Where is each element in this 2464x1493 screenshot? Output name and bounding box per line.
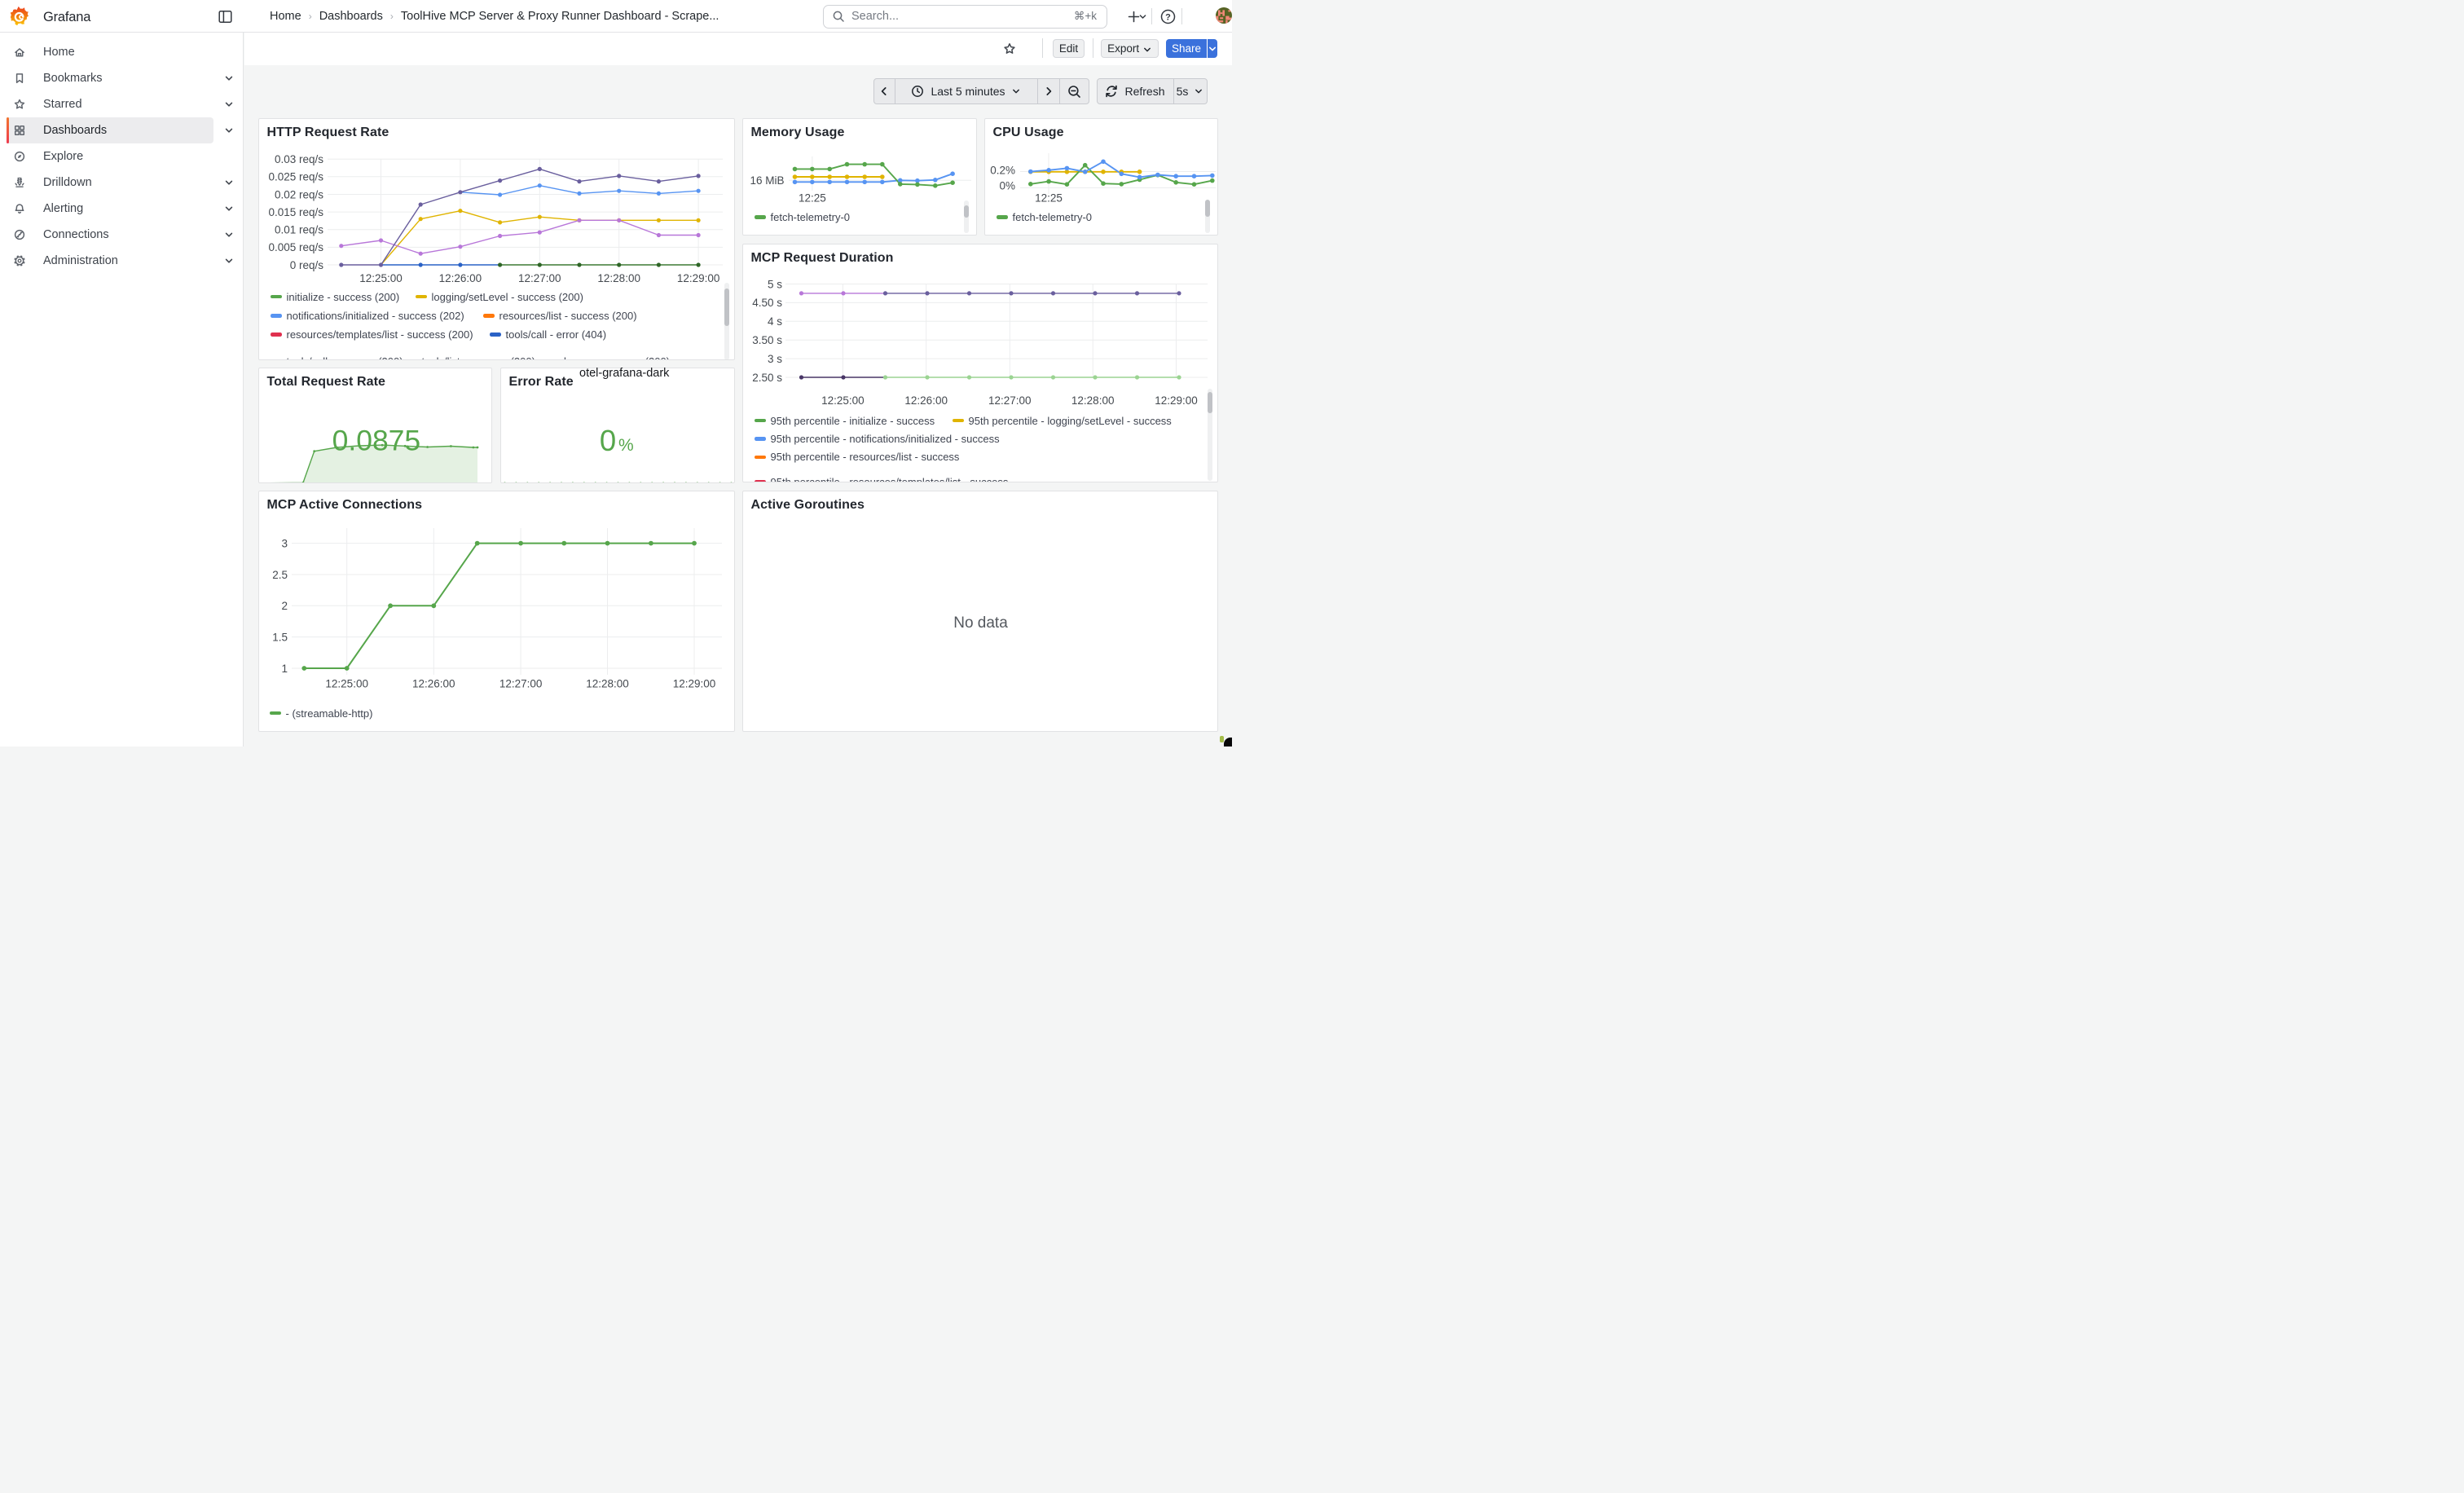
svg-text:%: % bbox=[618, 436, 634, 455]
svg-text:0.015 req/s: 0.015 req/s bbox=[268, 206, 323, 218]
svg-text:2: 2 bbox=[281, 600, 288, 612]
svg-text:12:25: 12:25 bbox=[1035, 192, 1063, 204]
svg-text:0.005 req/s: 0.005 req/s bbox=[268, 241, 323, 253]
svg-text:0%: 0% bbox=[999, 179, 1015, 192]
svg-text:3 s: 3 s bbox=[767, 353, 781, 365]
svg-text:1: 1 bbox=[281, 663, 288, 675]
svg-text:4 s: 4 s bbox=[767, 315, 781, 328]
svg-text:2.5: 2.5 bbox=[272, 569, 288, 581]
svg-text:12:25:00: 12:25:00 bbox=[359, 272, 403, 284]
svg-text:?: ? bbox=[1165, 12, 1171, 22]
svg-text:0: 0 bbox=[599, 424, 615, 457]
svg-text:12:29:00: 12:29:00 bbox=[676, 272, 719, 284]
svg-text:12:25:00: 12:25:00 bbox=[325, 678, 368, 690]
svg-text:5 s: 5 s bbox=[767, 278, 781, 290]
svg-text:0.0875: 0.0875 bbox=[332, 425, 420, 457]
svg-text:16 MiB: 16 MiB bbox=[750, 174, 784, 187]
svg-text:12:27:00: 12:27:00 bbox=[988, 394, 1032, 407]
svg-text:0.2%: 0.2% bbox=[990, 164, 1015, 176]
svg-text:4.50 s: 4.50 s bbox=[752, 297, 782, 309]
svg-text:12:25: 12:25 bbox=[798, 192, 825, 204]
svg-text:12:26:00: 12:26:00 bbox=[904, 394, 948, 407]
svg-text:3.50 s: 3.50 s bbox=[752, 334, 782, 346]
svg-text:12:28:00: 12:28:00 bbox=[586, 678, 629, 690]
svg-text:0.025 req/s: 0.025 req/s bbox=[268, 171, 323, 183]
svg-text:12:25:00: 12:25:00 bbox=[821, 394, 865, 407]
svg-text:12:27:00: 12:27:00 bbox=[518, 272, 561, 284]
svg-text:12:29:00: 12:29:00 bbox=[1155, 394, 1198, 407]
svg-text:0.01 req/s: 0.01 req/s bbox=[274, 224, 323, 236]
svg-text:12:28:00: 12:28:00 bbox=[1071, 394, 1114, 407]
svg-text:0.03 req/s: 0.03 req/s bbox=[274, 153, 323, 165]
svg-text:0 req/s: 0 req/s bbox=[289, 259, 323, 271]
svg-text:1.5: 1.5 bbox=[272, 632, 288, 644]
svg-text:12:26:00: 12:26:00 bbox=[438, 272, 482, 284]
svg-text:12:29:00: 12:29:00 bbox=[672, 678, 715, 690]
svg-text:12:28:00: 12:28:00 bbox=[597, 272, 640, 284]
svg-text:3: 3 bbox=[281, 537, 288, 549]
svg-text:2.50 s: 2.50 s bbox=[752, 372, 782, 384]
svg-text:12:26:00: 12:26:00 bbox=[412, 678, 455, 690]
svg-text:12:27:00: 12:27:00 bbox=[499, 678, 542, 690]
svg-text:0.02 req/s: 0.02 req/s bbox=[274, 188, 323, 200]
